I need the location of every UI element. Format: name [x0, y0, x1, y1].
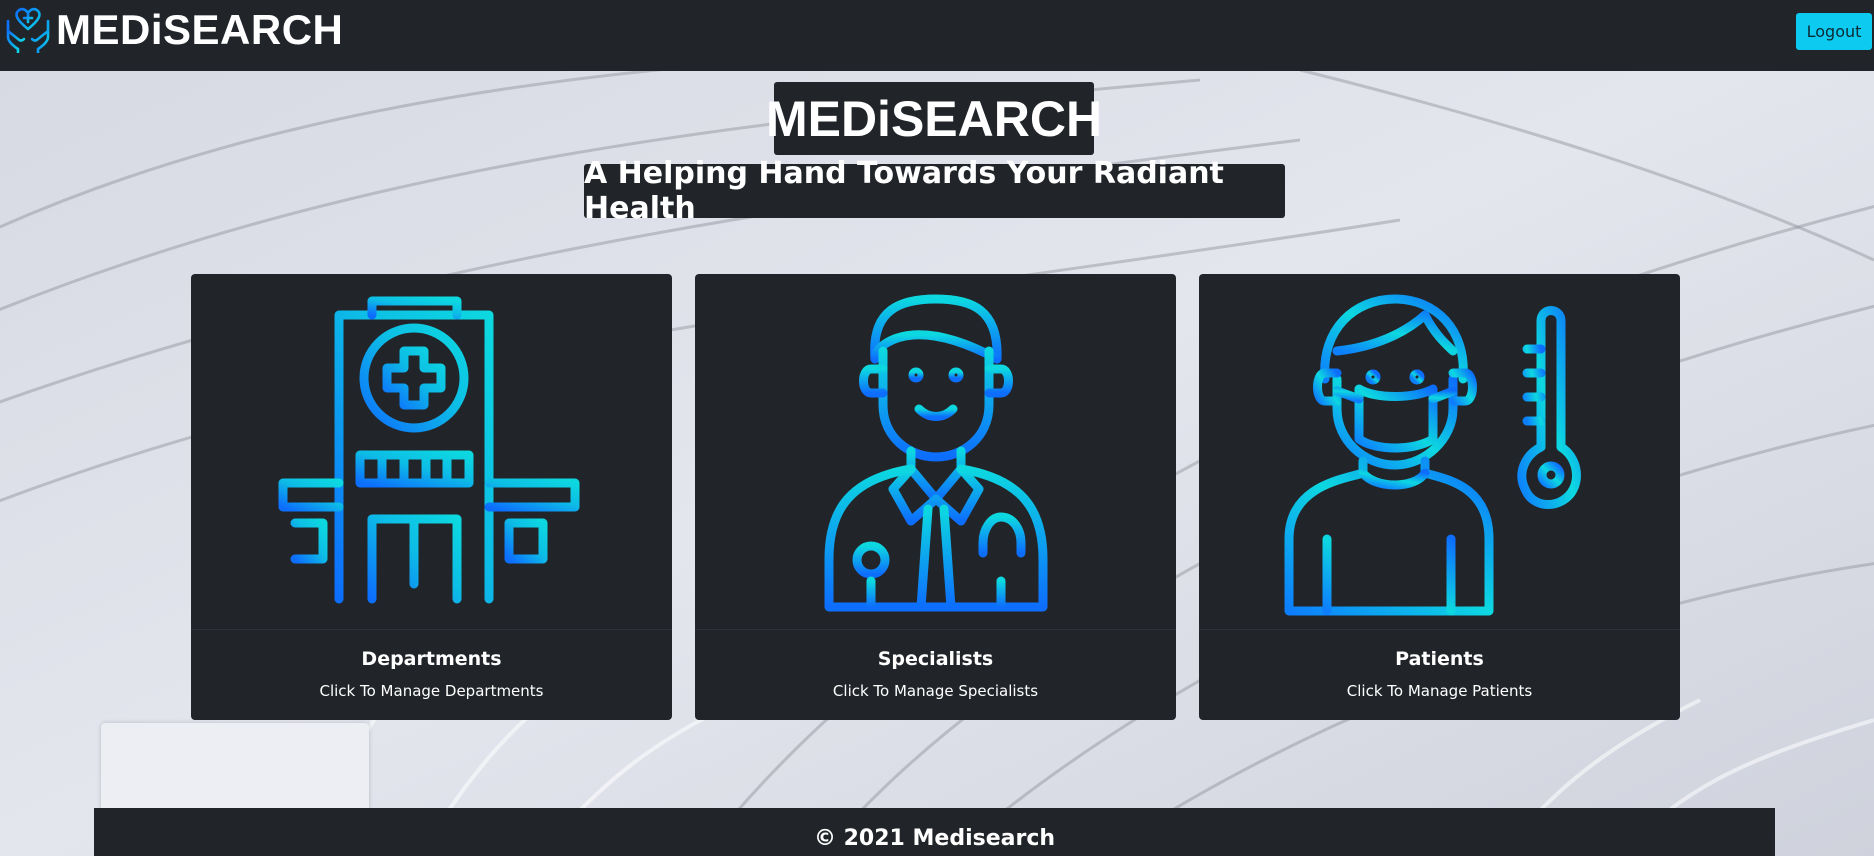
footer-copyright: © 2021 Medisearch: [813, 826, 1056, 851]
hospital-icon: [274, 296, 589, 604]
footer: © 2021 Medisearch: [94, 808, 1775, 856]
card-divider: [1199, 629, 1680, 630]
card-image: [191, 274, 672, 629]
card-image: [695, 274, 1176, 629]
patient-icon: [1284, 294, 1581, 616]
brand-link[interactable]: MEDiSEARCH: [4, 3, 343, 57]
patients-card[interactable]: Patients Click To Manage Patients: [1199, 274, 1680, 720]
heart-hands-icon: [4, 3, 52, 57]
card-image: [1199, 274, 1680, 629]
card-divider: [695, 629, 1176, 630]
card-title: Specialists: [877, 648, 994, 670]
specialists-card[interactable]: Specialists Click To Manage Specialists: [695, 274, 1176, 720]
card-divider: [191, 629, 672, 630]
card-title: Departments: [361, 648, 502, 670]
card-text: Click To Manage Specialists: [832, 682, 1039, 700]
logout-button[interactable]: Logout: [1796, 13, 1872, 50]
doctor-icon: [824, 294, 1047, 612]
page-subtitle: A Helping Hand Towards Your Radiant Heal…: [584, 156, 1285, 226]
brand-name: MEDiSEARCH: [56, 6, 344, 53]
departments-card[interactable]: Departments Click To Manage Departments: [191, 274, 672, 720]
top-navbar: MEDiSEARCH Logout: [0, 0, 1874, 71]
card-text: Click To Manage Patients: [1346, 682, 1533, 700]
card-text: Click To Manage Departments: [319, 682, 544, 700]
page-title: MEDiSEARCH: [766, 82, 1102, 155]
card-title: Patients: [1395, 648, 1484, 670]
